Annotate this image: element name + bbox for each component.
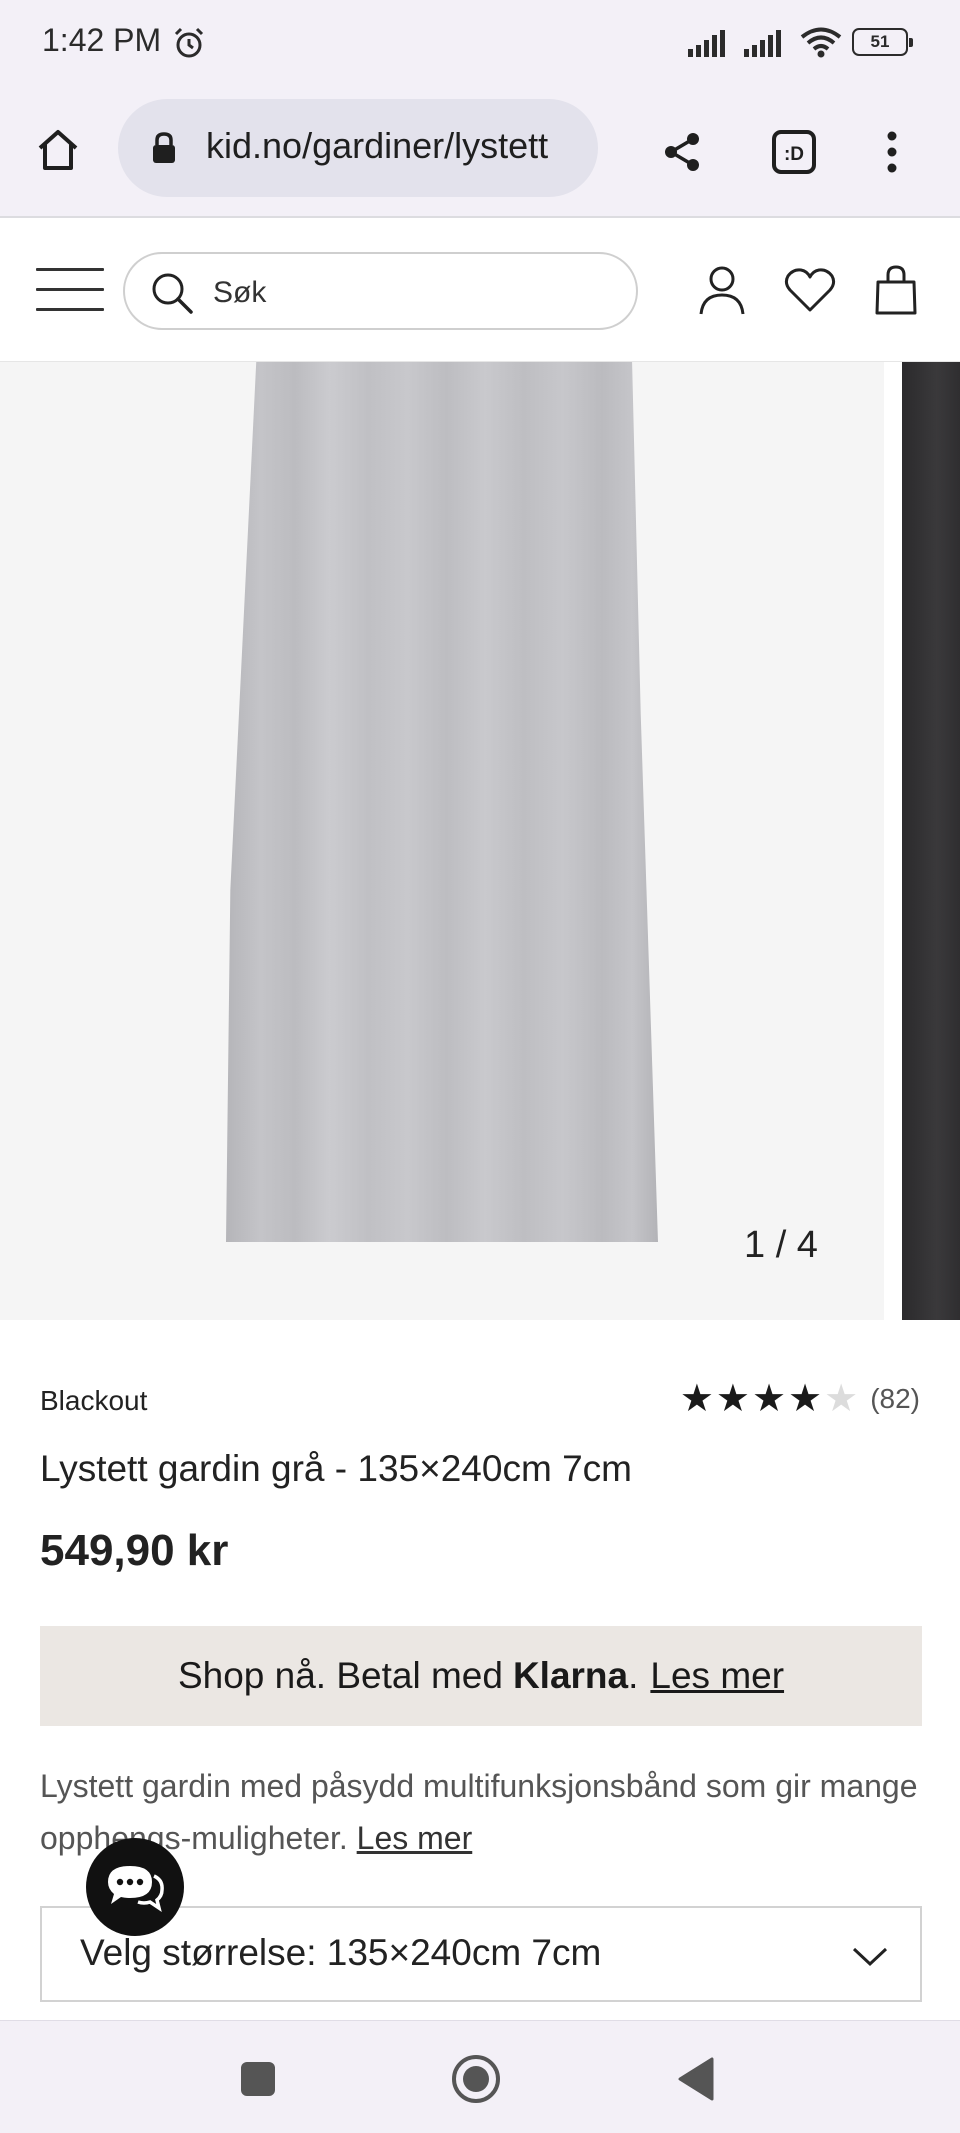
circle-home-icon [452, 2055, 500, 2103]
lock-icon [153, 132, 175, 163]
star-icon: ★ [751, 1378, 787, 1420]
klarna-read-more-link[interactable]: Les mer [650, 1655, 784, 1697]
search-input[interactable]: Søk [123, 252, 638, 330]
description-read-more-link[interactable]: Les mer [357, 1820, 473, 1856]
address-bar[interactable]: kid.no/gardiner/lystett [118, 99, 598, 197]
product-image[interactable]: 1 / 4 [0, 362, 884, 1320]
user-icon [699, 266, 745, 315]
back-button[interactable] [668, 2051, 724, 2107]
share-button[interactable] [652, 122, 712, 182]
rating-count: (82) [870, 1383, 920, 1414]
cell-signal-icon [744, 30, 781, 57]
home-button[interactable] [30, 122, 86, 178]
product-title: Lystett gardin grå - 135×240cm 7cm [40, 1448, 632, 1489]
site-header: Søk [0, 218, 960, 362]
browser-toolbar: kid.no/gardiner/lystett :D [0, 88, 960, 218]
search-placeholder: Søk [213, 276, 267, 309]
heart-icon [784, 268, 836, 312]
cell-signal-icon [688, 30, 725, 57]
cart-button[interactable] [868, 262, 924, 318]
home-icon [38, 130, 78, 170]
klarna-logo: Klarna [512, 1655, 629, 1696]
star-icon: ★ [679, 1378, 714, 1420]
curtain-photo [226, 362, 658, 1242]
hamburger-line [36, 308, 104, 311]
klarna-dot: . [628, 1655, 639, 1696]
alarm-clock-icon [174, 27, 204, 58]
search-icon [152, 273, 193, 314]
battery-indicator: 51 [852, 28, 913, 56]
status-icons: 51 [688, 26, 913, 58]
square-icon [241, 2062, 275, 2096]
star-empty-icon: ★ [824, 1378, 859, 1420]
next-product-image[interactable] [902, 362, 960, 1320]
description-text: Lystett gardin med påsydd multifunksjons… [40, 1768, 918, 1856]
chat-button[interactable] [86, 1838, 184, 1936]
share-icon [665, 133, 699, 171]
system-navigation-bar [0, 2020, 960, 2133]
tab-switcher-button[interactable]: :D [764, 122, 824, 182]
size-select[interactable]: Velg størrelse: 135×240cm 7cm [40, 1906, 922, 2002]
back-triangle-icon [678, 2057, 714, 2101]
shopping-bag-icon [875, 265, 917, 315]
status-bar: 1:42 PM 51 [0, 0, 960, 88]
star-icon: ★ [788, 1378, 823, 1420]
menu-button[interactable] [36, 268, 104, 312]
product-brand[interactable]: Blackout [40, 1385, 147, 1417]
product-description: Lystett gardin med påsydd multifunksjons… [40, 1760, 930, 1864]
overflow-menu-icon [887, 131, 897, 173]
home-nav-button[interactable] [448, 2051, 504, 2107]
wishlist-button[interactable] [782, 262, 838, 318]
slide-counter: 1 / 4 [744, 1224, 818, 1266]
hamburger-line [36, 288, 104, 291]
tab-switcher-icon: :D [772, 130, 816, 174]
product-rating[interactable]: ★ ★ ★ ★ ★ (82) [680, 1380, 920, 1418]
size-select-label: Velg størrelse: 135×240cm 7cm [80, 1932, 602, 1973]
recent-apps-button[interactable] [230, 2051, 286, 2107]
klarna-text: Shop nå. Betal med [177, 1655, 503, 1696]
klarna-banner: Shop nå. Betal med Klarna. Les mer [40, 1626, 922, 1726]
hamburger-line [36, 268, 104, 271]
overflow-menu-button[interactable] [862, 122, 922, 182]
svg-text::D: :D [784, 144, 804, 165]
product-image-gallery[interactable]: 1 / 4 [0, 362, 960, 1320]
url-text[interactable]: kid.no/gardiner/lystett [206, 125, 576, 167]
product-price: 549,90 kr [40, 1526, 229, 1575]
status-time: 1:42 PM [42, 22, 162, 58]
star-icon: ★ [715, 1378, 750, 1420]
chat-icon [108, 1866, 164, 1912]
wifi-icon [800, 27, 842, 58]
chevron-down-icon [852, 1947, 888, 1967]
account-button[interactable] [694, 262, 750, 318]
